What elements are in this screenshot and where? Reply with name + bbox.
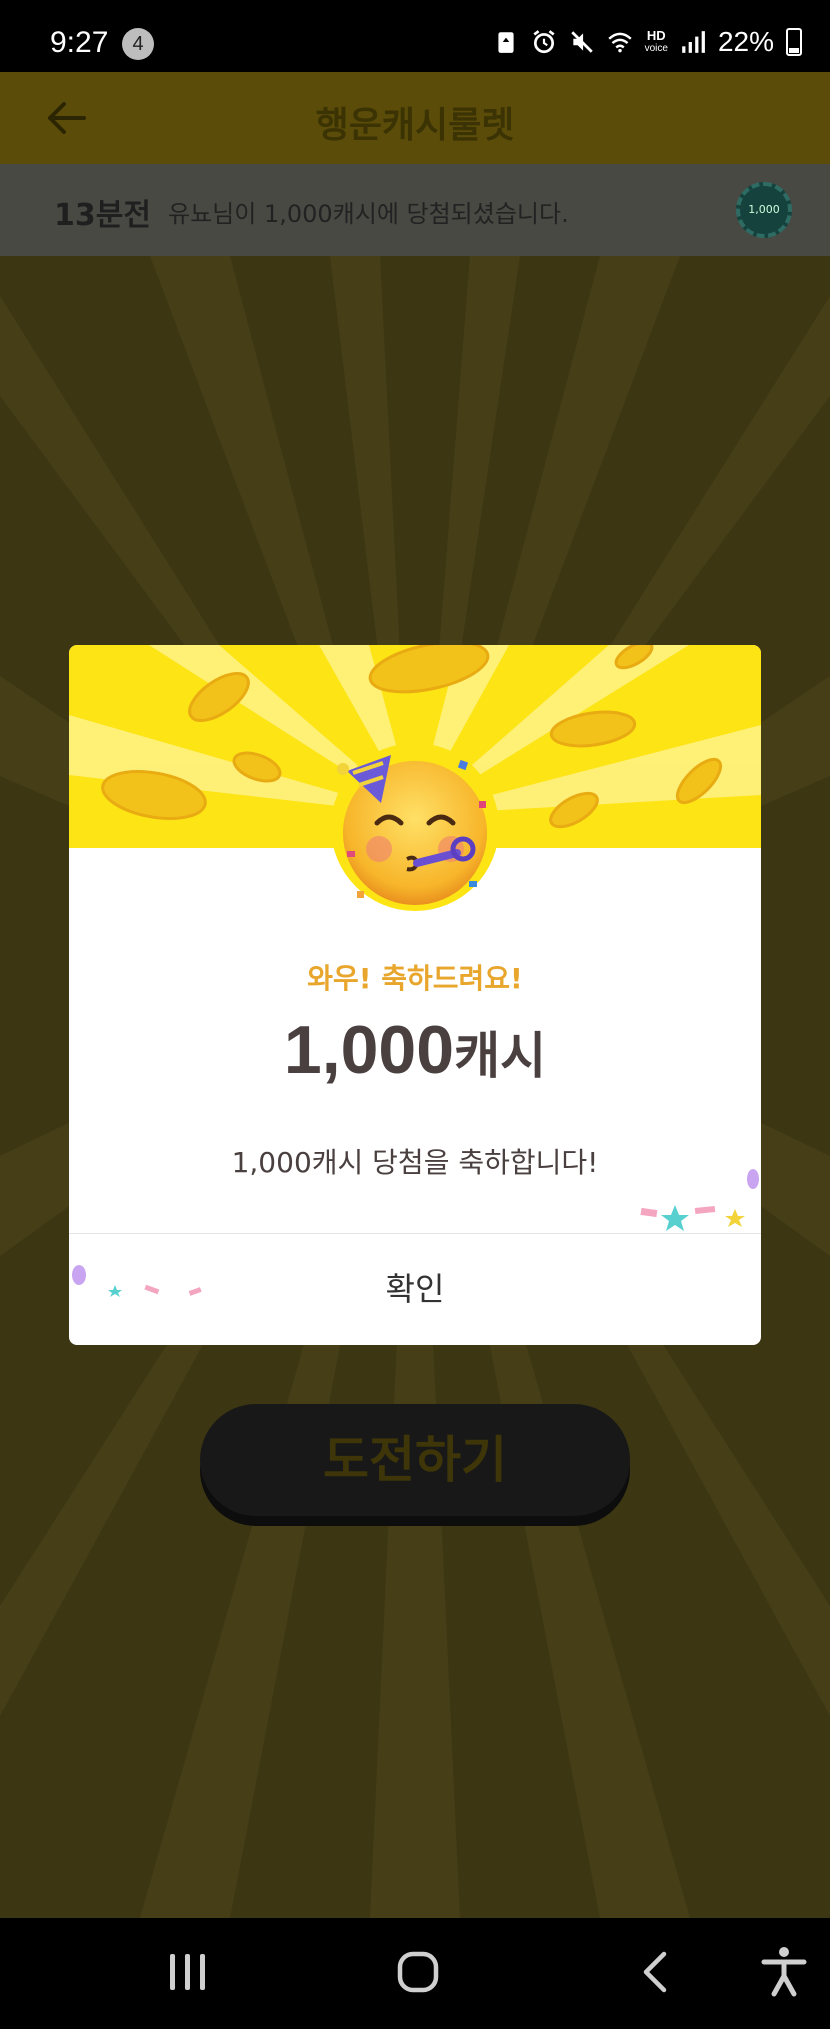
signal-icon bbox=[682, 31, 705, 53]
app-header: 행운캐시룰렛 bbox=[0, 72, 830, 164]
partying-face-icon bbox=[331, 743, 499, 911]
prize-amount-value: 1,000 bbox=[283, 1012, 455, 1088]
ticker-message: 유뇨님이 1,000캐시에 당첨되셨습니다. bbox=[168, 200, 569, 228]
challenge-button[interactable]: 도전하기 bbox=[200, 1404, 630, 1516]
wifi-icon bbox=[607, 32, 632, 53]
home-icon[interactable] bbox=[396, 1950, 440, 1994]
prize-amount-unit: 캐시 bbox=[454, 1027, 547, 1085]
cash-chip-icon: 1,000 bbox=[736, 182, 792, 238]
confirm-button[interactable]: 확인 bbox=[69, 1234, 761, 1345]
ticker-time: 13분전 bbox=[54, 198, 151, 233]
status-bar: 9:27 4 HD voice 22% bbox=[0, 0, 830, 72]
alarm-icon bbox=[533, 30, 555, 54]
winner-ticker: 13분전 유뇨님이 1,000캐시에 당첨되셨습니다. 1,000 bbox=[0, 164, 830, 256]
win-dialog: 와우! 축하드려요! 1,000캐시 1,000캐시 당첨을 축하합니다! 확인 bbox=[69, 645, 761, 1345]
battery-icon bbox=[786, 28, 802, 56]
congrats-text: 와우! 축하드려요! bbox=[307, 962, 523, 995]
recent-apps-icon[interactable] bbox=[166, 1950, 210, 1994]
battery-percent: 22% bbox=[717, 26, 774, 57]
accessibility-icon[interactable] bbox=[760, 1946, 808, 1998]
hd-label: HD bbox=[646, 28, 666, 43]
notification-count-badge: 4 bbox=[122, 28, 154, 60]
prize-amount: 1,000캐시 bbox=[69, 1011, 761, 1089]
system-nav-bar bbox=[0, 1918, 830, 2029]
mute-icon bbox=[570, 31, 593, 53]
battery-saver-icon bbox=[498, 32, 514, 53]
back-nav-icon[interactable] bbox=[634, 1950, 678, 1994]
status-time: 9:27 bbox=[50, 26, 109, 59]
page-title: 행운캐시룰렛 bbox=[315, 105, 515, 146]
hd-voice-icon: HD voice bbox=[645, 29, 668, 55]
status-icons: HD voice 22% bbox=[493, 26, 802, 58]
voice-label: voice bbox=[644, 43, 668, 54]
